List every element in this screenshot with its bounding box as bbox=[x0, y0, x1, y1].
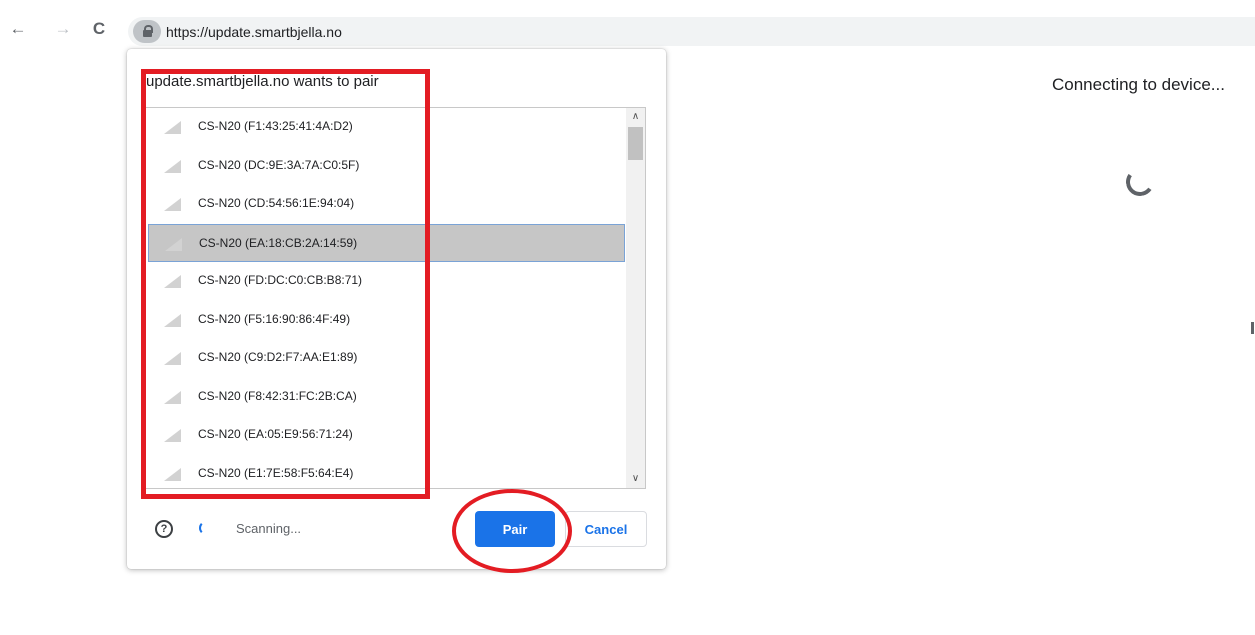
help-icon[interactable]: ? bbox=[155, 520, 173, 538]
reload-icon[interactable]: C bbox=[90, 20, 108, 38]
device-list-item[interactable]: CS-N20 (EA:18:CB:2A:14:59) bbox=[148, 223, 625, 262]
scan-status: Scanning... bbox=[236, 521, 302, 536]
dialog-title: update.smartbjella.no wants to pair bbox=[146, 73, 379, 90]
signal-strength-icon bbox=[164, 121, 181, 134]
device-list-item[interactable]: CS-N20 (DC:9E:3A:7A:C0:5F) bbox=[148, 147, 625, 185]
forward-icon[interactable]: → bbox=[54, 20, 72, 38]
signal-strength-icon bbox=[164, 313, 181, 327]
signal-strength-icon bbox=[164, 352, 181, 365]
device-label: CS-N20 (C9:D2:F7:AA:E1:89) bbox=[198, 350, 358, 364]
signal-strength-icon bbox=[164, 467, 181, 481]
device-label: CS-N20 (EA:05:E9:56:71:24) bbox=[198, 427, 353, 441]
lock-body bbox=[143, 30, 152, 37]
back-icon[interactable]: ← bbox=[9, 20, 27, 38]
device-list-item[interactable]: CS-N20 (F5:16:90:86:4F:49) bbox=[148, 301, 625, 339]
connecting-status: Connecting to device... bbox=[1052, 75, 1225, 94]
signal-strength-icon bbox=[164, 159, 181, 173]
device-list-item[interactable]: CS-N20 (E1:7E:58:F5:64:E4) bbox=[148, 455, 625, 489]
device-label: CS-N20 (CD:54:56:1E:94:04) bbox=[198, 196, 355, 210]
pair-button[interactable]: Pair bbox=[475, 511, 555, 547]
device-list-item[interactable]: CS-N20 (F8:42:31:FC:2B:CA) bbox=[148, 378, 625, 416]
signal-strength-icon bbox=[164, 275, 181, 288]
url-text[interactable]: https://update.smartbjella.no bbox=[166, 24, 342, 40]
device-label: CS-N20 (F1:43:25:41:4A:D2) bbox=[198, 119, 353, 133]
signal-strength-icon bbox=[164, 390, 181, 404]
device-label: CS-N20 (F5:16:90:86:4F:49) bbox=[198, 311, 351, 326]
device-list[interactable]: CS-N20 (E1:7E:58:F5:64:E4) CS-N20 (EA:05:… bbox=[144, 107, 646, 489]
scanning-spinner-icon bbox=[199, 521, 213, 535]
device-list-scrollbar[interactable]: ∧ ∨ bbox=[626, 108, 645, 488]
scroll-up-arrow-icon[interactable]: ∧ bbox=[626, 108, 645, 126]
device-list-item[interactable]: CS-N20 (F1:43:25:41:4A:D2) bbox=[148, 108, 625, 146]
signal-strength-icon bbox=[164, 429, 181, 442]
cancel-button[interactable]: Cancel bbox=[565, 511, 647, 547]
scroll-thumb[interactable] bbox=[628, 127, 643, 160]
loading-spinner-icon bbox=[1123, 165, 1157, 199]
device-label: CS-N20 (EA:18:CB:2A:14:59) bbox=[199, 235, 358, 250]
device-label: CS-N20 (FD:DC:C0:CB:B8:71) bbox=[198, 273, 363, 287]
page-edge-marker bbox=[1251, 322, 1254, 334]
signal-strength-icon bbox=[165, 237, 182, 251]
device-label: CS-N20 (DC:9E:3A:7A:C0:5F) bbox=[198, 157, 360, 172]
device-list-item[interactable]: CS-N20 (FD:DC:C0:CB:B8:71) bbox=[148, 262, 625, 300]
device-label: CS-N20 (F8:42:31:FC:2B:CA) bbox=[198, 388, 357, 403]
device-list-item[interactable]: CS-N20 (CD:54:56:1E:94:04) bbox=[148, 185, 625, 223]
scroll-down-arrow-icon[interactable]: ∨ bbox=[626, 470, 645, 488]
device-list-item[interactable]: CS-N20 (EA:05:E9:56:71:24) bbox=[148, 416, 625, 454]
signal-strength-icon bbox=[164, 198, 181, 211]
device-list-item[interactable]: CS-N20 (C9:D2:F7:AA:E1:89) bbox=[148, 339, 625, 377]
device-label: CS-N20 (E1:7E:58:F5:64:E4) bbox=[198, 465, 354, 480]
lock-icon[interactable] bbox=[133, 20, 161, 43]
